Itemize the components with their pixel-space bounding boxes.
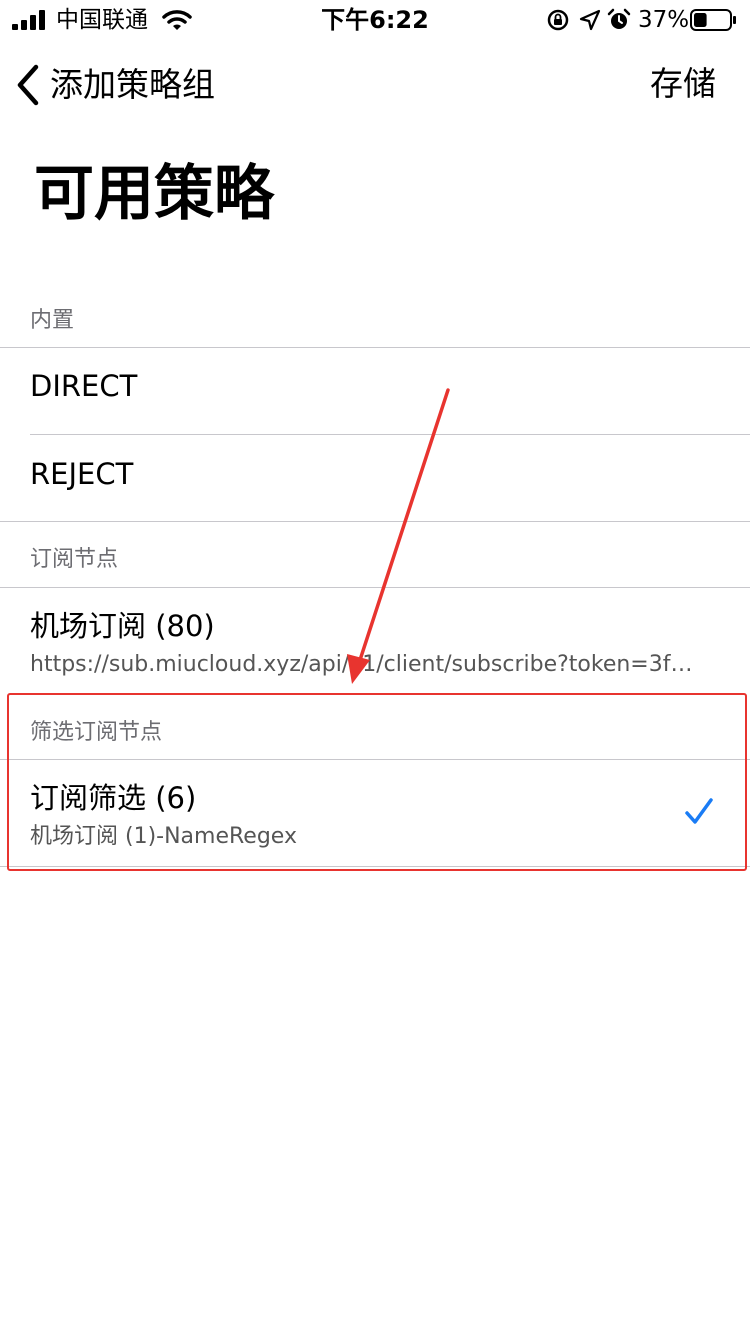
policy-cell-title: 机场订阅 (80) [30, 609, 215, 643]
battery-percentage: 37% [638, 7, 690, 33]
section-header-filtered: 筛选订阅节点 [30, 720, 163, 745]
rotation-lock-icon [547, 9, 569, 31]
policy-cell-subtitle: 机场订阅 (1)-NameRegex [30, 824, 297, 849]
back-button[interactable]: 添加策略组 [14, 62, 215, 108]
separator [0, 521, 750, 522]
policy-cell-reject[interactable]: REJECT [0, 435, 750, 521]
section-header-builtin: 内置 [30, 308, 75, 333]
separator [0, 866, 750, 867]
policy-cell-subscription[interactable]: 机场订阅 (80) https://sub.miucloud.xyz/api/v… [0, 588, 750, 692]
policy-cell-filtered[interactable]: 订阅筛选 (6) 机场订阅 (1)-NameRegex [0, 760, 750, 866]
checkmark-icon [685, 798, 713, 824]
policy-cell-title: 订阅筛选 (6) [30, 781, 197, 815]
location-icon [579, 9, 601, 31]
alarm-icon [607, 8, 631, 29]
section-header-subscription: 订阅节点 [30, 547, 119, 572]
chevron-left-icon [17, 64, 39, 106]
status-bar: 中国联通 下午6:22 37% [0, 0, 750, 40]
save-button[interactable]: 存储 [650, 62, 716, 106]
policy-cell-direct[interactable]: DIRECT [0, 348, 750, 434]
policy-cell-title: REJECT [30, 457, 134, 491]
policy-cell-title: DIRECT [30, 369, 138, 403]
policy-cell-subtitle: https://sub.miucloud.xyz/api/v1/client/s… [30, 652, 693, 677]
battery-icon [690, 9, 736, 31]
page-title: 可用策略 [34, 159, 274, 229]
back-button-label: 添加策略组 [50, 65, 215, 104]
